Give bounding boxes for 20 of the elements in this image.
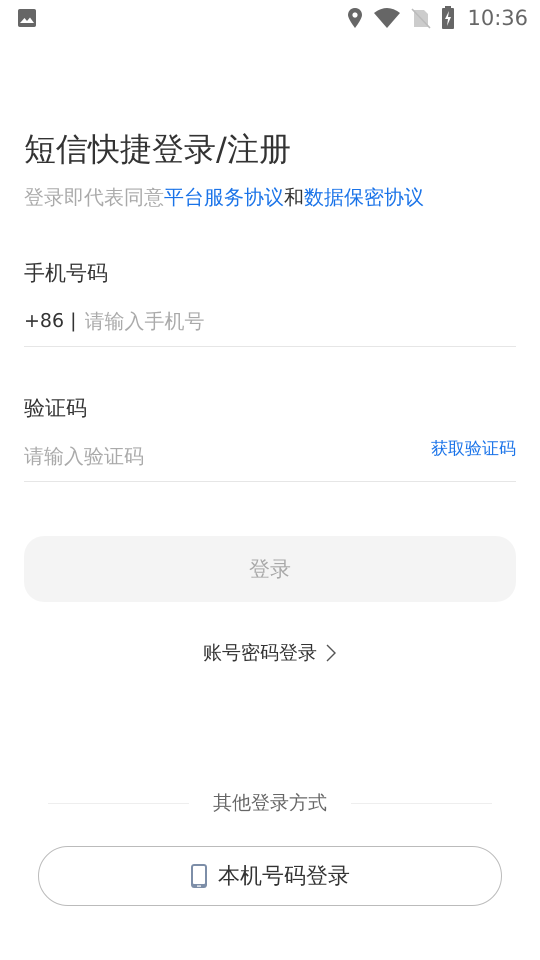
get-code-link[interactable]: 获取验证码 (431, 437, 516, 460)
agreement-text: 登录即代表同意平台服务协议和数据保密协议 (24, 184, 425, 211)
page-title: 短信快捷登录/注册 (24, 129, 292, 170)
other-methods-label: 其他登录方式 (213, 791, 327, 816)
image-icon (17, 8, 37, 28)
local-number-login-button[interactable]: 本机号码登录 (38, 846, 502, 906)
privacy-agreement-link[interactable]: 数据保密协议 (304, 185, 424, 209)
country-code: +86 | (24, 310, 77, 332)
wifi-icon (373, 7, 402, 29)
service-agreement-link[interactable]: 平台服务协议 (164, 185, 284, 209)
password-login-link[interactable]: 账号密码登录 (203, 640, 317, 666)
field-label: 手机号码 (24, 260, 109, 287)
chevron-right-icon (325, 644, 337, 662)
field-label: 验证码 (24, 395, 88, 422)
clock-time: 10:36 (467, 6, 528, 30)
no-sim-icon (411, 7, 432, 29)
location-icon (347, 7, 364, 29)
phone-icon (190, 863, 208, 889)
battery-charging-icon (441, 6, 456, 30)
phone-input-field[interactable]: 请输入手机号 (84, 301, 516, 341)
